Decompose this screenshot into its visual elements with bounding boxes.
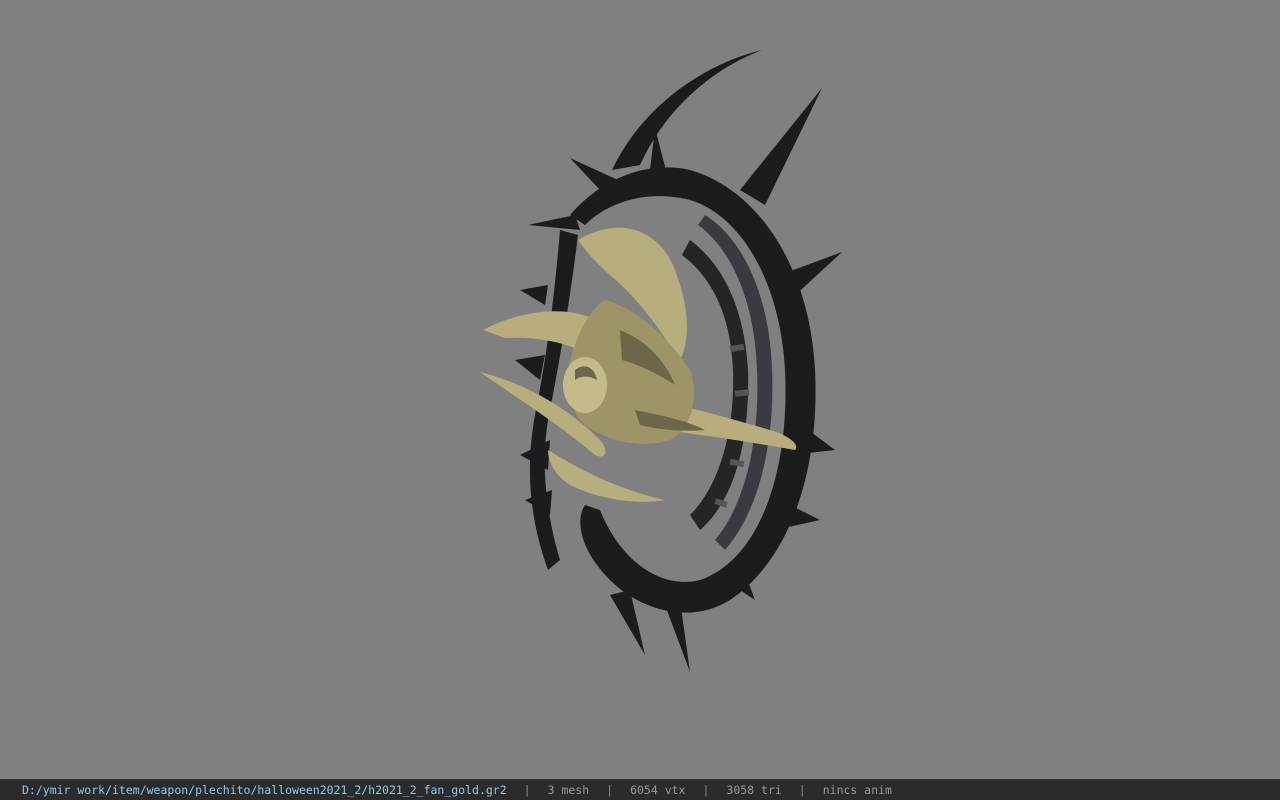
spike [740, 88, 822, 205]
crescent-horn [612, 50, 762, 170]
spike [780, 252, 842, 300]
mesh-count: 3 mesh [547, 783, 590, 797]
separator: | [798, 783, 806, 797]
triangle-count: 3058 tri [726, 783, 782, 797]
file-path: D:/ymir work/item/weapon/plechito/hallow… [22, 783, 507, 797]
vertex-count: 6054 vtx [630, 783, 686, 797]
spike [528, 215, 580, 230]
separator: | [523, 783, 531, 797]
animation-status: nincs anim [822, 783, 892, 797]
status-bar: D:/ymir work/item/weapon/plechito/hallow… [0, 779, 1280, 800]
model-viewport[interactable] [0, 0, 1280, 779]
gold-skull [563, 357, 607, 413]
separator: | [702, 783, 710, 797]
separator: | [606, 783, 614, 797]
gold-blade-bottom [548, 450, 665, 502]
weapon-model-render [480, 50, 842, 672]
